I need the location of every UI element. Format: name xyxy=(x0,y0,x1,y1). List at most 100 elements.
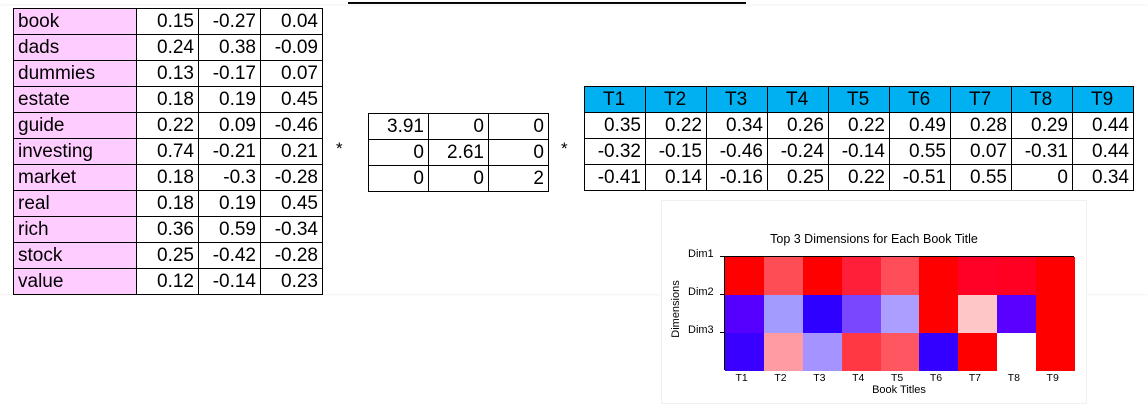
term-value-cell: 0.07 xyxy=(260,60,323,87)
term-row: rich 0.36 0.59 -0.34 xyxy=(13,216,323,243)
title-value-cell: 0.14 xyxy=(645,164,707,191)
heatmap-cell xyxy=(763,333,803,371)
term-row: book 0.15 -0.27 0.04 xyxy=(13,8,323,35)
term-value-cell: -0.21 xyxy=(198,138,261,165)
heatmap-cell xyxy=(880,333,920,371)
title-value-cell: 0.34 xyxy=(1072,164,1134,191)
title-value-cell: -0.16 xyxy=(706,164,768,191)
title-value-cell: 0.22 xyxy=(828,164,890,191)
heatmap-y-axis-label: Dimensions xyxy=(670,280,682,338)
title-value-cell: 0.22 xyxy=(645,112,707,139)
title-value-cell: 0.07 xyxy=(950,138,1012,165)
title-header-cell: T3 xyxy=(706,86,768,113)
term-value-cell: -0.14 xyxy=(198,268,261,295)
multiply-operator-2: * xyxy=(561,139,568,158)
title-value-cell: 0.22 xyxy=(828,112,890,139)
sigma-cell: 2.61 xyxy=(428,139,489,166)
term-row: investing 0.74 -0.21 0.21 xyxy=(13,138,323,165)
title-header-row: T1 T2 T3 T4 T5 T6 T7 T8 T9 xyxy=(584,86,1134,113)
heatmap-cell xyxy=(841,333,881,371)
sigma-row: 002 xyxy=(368,165,549,192)
heatmap-cell xyxy=(802,295,842,333)
term-value-cell: 0.19 xyxy=(198,190,261,217)
title-row: -0.41 0.14 -0.16 0.25 0.22 -0.51 0.55 0 0.34 xyxy=(584,164,1134,191)
term-value-cell: 0.74 xyxy=(136,138,199,165)
heatmap-col-label: T6 xyxy=(929,372,943,384)
term-value-cell: 0.18 xyxy=(136,190,199,217)
term-value-cell: -0.46 xyxy=(260,112,323,139)
heatmap-row-label: Dim2 xyxy=(688,286,714,298)
term-label: guide xyxy=(13,112,137,139)
term-row: value 0.12 -0.14 0.23 xyxy=(13,268,323,295)
heatmap-x-axis-label: Book Titles xyxy=(872,384,926,396)
term-value-cell: -0.34 xyxy=(260,216,323,243)
term-value-cell: 0.15 xyxy=(136,8,199,35)
heatmap-cell xyxy=(958,257,998,295)
heatmap-cell xyxy=(919,295,959,333)
multiply-operator-1: * xyxy=(336,139,343,158)
title-value-cell: -0.15 xyxy=(645,138,707,165)
title-value-cell: -0.41 xyxy=(584,164,646,191)
term-value-cell: 0.45 xyxy=(260,190,323,217)
heatmap-cell xyxy=(802,333,842,371)
title-value-cell: 0.28 xyxy=(950,112,1012,139)
term-value-cell: 0.09 xyxy=(198,112,261,139)
heatmap-title: Top 3 Dimensions for Each Book Title xyxy=(770,232,978,246)
term-label: investing xyxy=(13,138,137,165)
term-value-cell: -0.27 xyxy=(198,8,261,35)
heatmap-col-label: T8 xyxy=(1007,372,1020,384)
term-label: dummies xyxy=(13,60,137,87)
title-value-cell: -0.32 xyxy=(584,138,646,165)
heatmap-cell xyxy=(1036,333,1076,371)
term-label: dads xyxy=(13,34,137,61)
title-header-cell: T7 xyxy=(950,86,1012,113)
heatmap-cell xyxy=(958,333,998,371)
heatmap-row-label: Dim1 xyxy=(688,248,714,260)
heatmap-cell xyxy=(997,333,1037,371)
term-value-cell: 0.24 xyxy=(136,34,199,61)
sigma-cell: 0 xyxy=(428,165,489,192)
title-value-cell: 0.25 xyxy=(767,164,829,191)
heatmap-col-label: T7 xyxy=(968,372,982,384)
heatmap-cell xyxy=(841,295,881,333)
term-label: real xyxy=(13,190,137,217)
title-header-cell: T1 xyxy=(584,86,646,113)
title-value-cell: 0 xyxy=(1011,164,1073,191)
title-value-cell: 0.44 xyxy=(1072,138,1134,165)
sigma-matrix: 3.91 0 0 0 2.61 0 0 0 2 xyxy=(368,113,549,192)
sigma-row: 0 2.61 0 xyxy=(368,139,549,166)
term-value-cell: 0.22 xyxy=(136,112,199,139)
term-row: real 0.18 0.19 0.45 xyxy=(13,190,323,217)
sigma-row: 3.91 0 0 xyxy=(368,113,549,140)
heatmap-chart: Top 3 Dimensions for Each Book Title Dim… xyxy=(661,200,1087,404)
term-value-cell: 0.38 xyxy=(198,34,261,61)
title-value-cell: -0.14 xyxy=(828,138,890,165)
title-row: -0.32 -0.15 -0.46 -0.24 -0.14 0.55 0.07 -0.31 0.… xyxy=(584,138,1134,165)
title-row: 0.35 0.22 0.34 0.26 0.22 0.49 0.28 0.29 0.44 xyxy=(584,112,1134,139)
sigma-cell: 0 xyxy=(368,165,429,192)
term-label: value xyxy=(13,268,137,295)
title-value-cell: 0.26 xyxy=(767,112,829,139)
title-header-cell: T5 xyxy=(828,86,890,113)
term-value-cell: -0.17 xyxy=(198,60,261,87)
heatmap-col-label: T3 xyxy=(813,372,826,384)
title-value-cell: 0.35 xyxy=(584,112,646,139)
term-row: estate 0.18 0.19 0.45 xyxy=(13,86,323,113)
heatmap-col-label: T5 xyxy=(891,372,904,384)
term-label: book xyxy=(13,8,137,35)
heatmap-cell xyxy=(997,295,1037,333)
heatmap-col-label: T1 xyxy=(735,372,748,384)
title-value-cell: 0.34 xyxy=(706,112,768,139)
term-row: stock 0.25 -0.42 -0.28 xyxy=(13,242,323,269)
title-value-cell: -0.51 xyxy=(889,164,951,191)
term-value-cell: -0.28 xyxy=(260,164,323,191)
title-matrix: T1 T2 T3 T4 T5 T6 T7 T8 T9 0.35 0.22 0.34 0.26 0.22 0… xyxy=(584,86,1134,191)
term-value-cell: -0.42 xyxy=(198,242,261,269)
heatmap-col-label: T4 xyxy=(852,372,865,384)
term-matrix: book 0.15 -0.27 0.04 dads 0.24 0.38 -0.09 dummie… xyxy=(13,8,323,295)
heatmap-cell xyxy=(725,295,764,333)
term-row: dads 0.24 0.38 -0.09 xyxy=(13,34,323,61)
top-rule xyxy=(348,2,746,4)
heatmap-cell xyxy=(1036,257,1076,295)
heatmap-cell xyxy=(841,257,881,295)
